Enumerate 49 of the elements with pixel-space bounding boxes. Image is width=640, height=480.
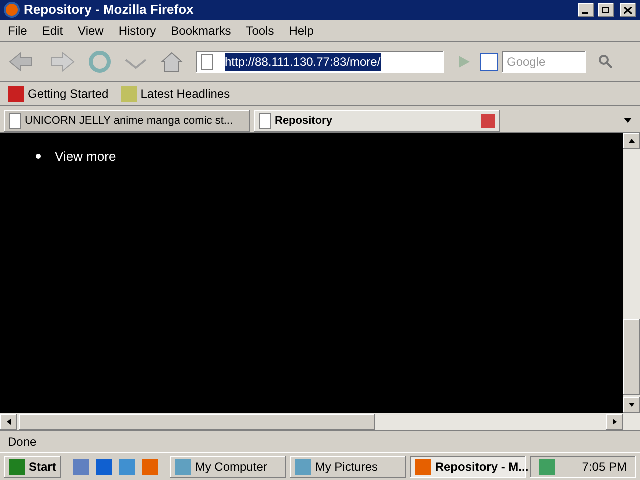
menu-item[interactable]: Tools <box>246 22 274 40</box>
tab-list-icon[interactable] <box>624 118 632 124</box>
menu-item[interactable]: File <box>8 22 28 40</box>
search-icon[interactable] <box>598 54 614 70</box>
scroll-left-button[interactable] <box>0 414 17 430</box>
menu-item[interactable]: View <box>78 22 104 40</box>
bullet-icon <box>36 154 41 160</box>
page-icon <box>9 113 21 129</box>
search-input[interactable]: Google <box>507 52 581 70</box>
page-icon <box>201 54 213 70</box>
arrow-icon <box>628 401 636 409</box>
address-field[interactable]: http://88.111.130.77:83/more/ <box>196 50 444 72</box>
tab-label: Repository <box>275 114 334 129</box>
restore-button[interactable] <box>598 3 614 17</box>
clock-text: 7:05 PM <box>581 458 627 476</box>
close-button[interactable] <box>620 3 636 17</box>
status-text: Done <box>7 434 38 450</box>
restore-icon <box>602 6 610 14</box>
taskbar-button[interactable]: Repository - M... <box>410 456 526 478</box>
bookmark-item[interactable]: Latest Headlines <box>140 84 230 102</box>
url-text: http://88.111.130.77:83/more/ <box>225 52 381 70</box>
scroll-up-button[interactable] <box>623 133 640 149</box>
page-icon <box>259 113 271 129</box>
scroll-right-button[interactable] <box>606 414 623 430</box>
horizontal-scrollbar[interactable] <box>0 413 623 430</box>
browser-tab[interactable]: UNICORN JELLY anime manga comic st... <box>4 110 250 132</box>
bookmark-item[interactable]: Getting Started <box>28 84 109 102</box>
window-title: Repository - Mozilla Firefox <box>24 1 195 20</box>
start-button[interactable]: Start <box>4 456 62 478</box>
scroll-down-button[interactable] <box>623 397 640 413</box>
menu-item[interactable]: History <box>118 22 156 40</box>
home-icon[interactable] <box>160 50 184 74</box>
taskbar-button[interactable]: My Pictures <box>290 456 406 478</box>
menu-item[interactable]: Edit <box>42 22 64 40</box>
view-more-text: View more <box>55 148 116 166</box>
close-icon <box>624 6 632 14</box>
search-field[interactable]: Google <box>502 50 586 72</box>
arrow-icon <box>628 137 636 145</box>
taskbar-button[interactable]: My Computer <box>170 456 286 478</box>
browser-tab[interactable]: Repository <box>254 110 500 132</box>
arrow-icon <box>4 418 12 426</box>
menu-item[interactable]: Bookmarks <box>171 22 232 40</box>
scroll-thumb[interactable] <box>19 414 375 430</box>
scroll-thumb[interactable] <box>623 319 640 395</box>
vertical-scrollbar[interactable] <box>623 133 640 430</box>
tab-label: UNICORN JELLY anime manga comic st... <box>25 114 234 129</box>
arrow-icon <box>610 418 618 426</box>
minimize-button[interactable] <box>578 3 594 17</box>
menu-item[interactable]: Help <box>289 22 314 40</box>
